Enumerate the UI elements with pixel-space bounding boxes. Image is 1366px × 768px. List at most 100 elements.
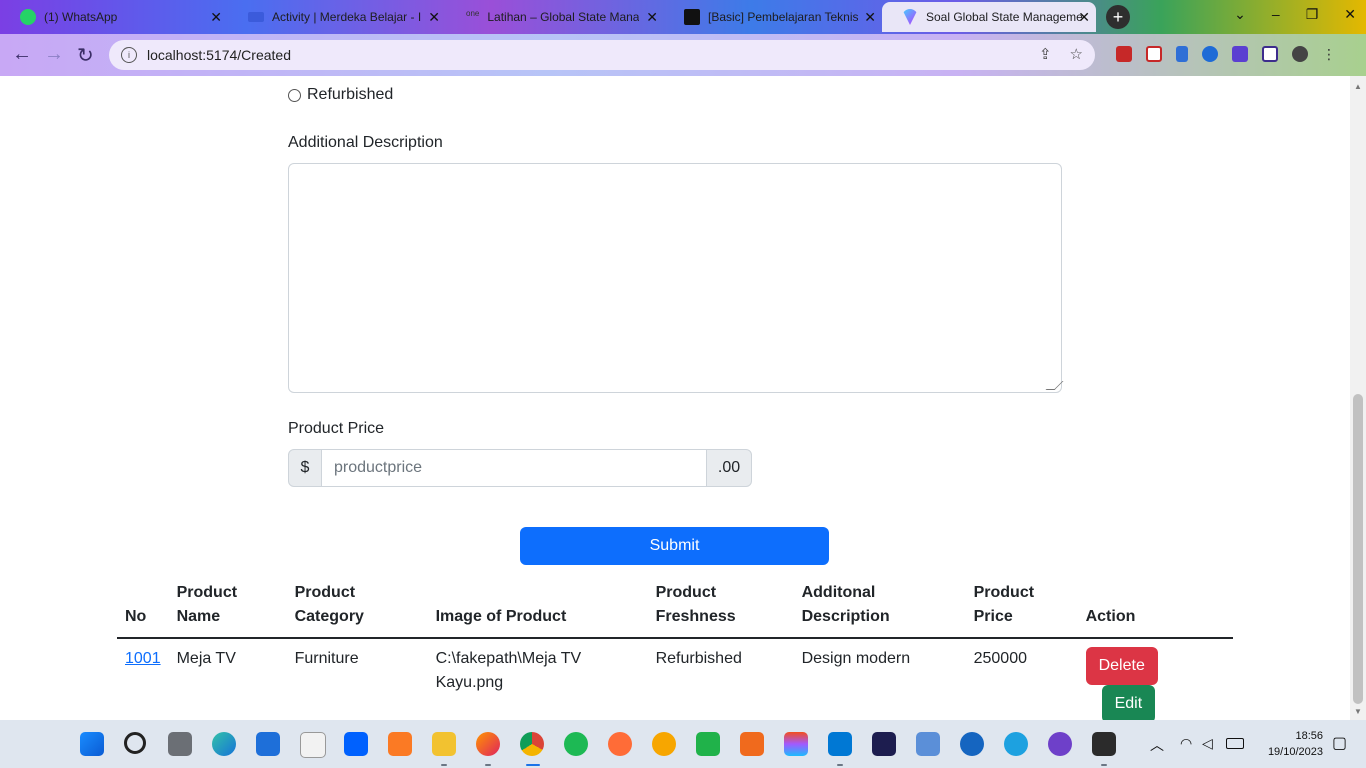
cube-app-icon[interactable] bbox=[916, 732, 940, 756]
task-view-icon[interactable] bbox=[168, 732, 192, 756]
new-tab-button[interactable]: + bbox=[1106, 5, 1130, 29]
scroll-up-icon[interactable]: ▲ bbox=[1354, 82, 1362, 91]
postman-icon[interactable] bbox=[608, 732, 632, 756]
tab-label: (1) WhatsApp bbox=[44, 10, 118, 24]
file-explorer-icon[interactable] bbox=[432, 732, 456, 756]
tab-soal-global-state[interactable]: Soal Global State Manageme ✕ bbox=[882, 2, 1096, 32]
tab-merdeka[interactable]: Activity | Merdeka Belajar - I ✕ bbox=[228, 2, 446, 32]
product-price-input[interactable]: productprice bbox=[322, 449, 706, 487]
product-id-link[interactable]: 1001 bbox=[125, 650, 161, 667]
cell-product-name: Meja TV bbox=[168, 638, 287, 720]
orange-app-icon[interactable] bbox=[740, 732, 764, 756]
clock-time: 18:56 bbox=[1295, 730, 1323, 742]
scroll-down-icon[interactable]: ▼ bbox=[1354, 707, 1362, 716]
firefox-icon[interactable] bbox=[476, 732, 500, 756]
green-app-icon[interactable] bbox=[696, 732, 720, 756]
delete-button[interactable]: Delete bbox=[1085, 647, 1158, 685]
table-header-row: No Product Name Product Category Image of … bbox=[117, 581, 1233, 639]
close-window-icon[interactable]: ✕ bbox=[1344, 6, 1356, 23]
pdf-reader-icon[interactable] bbox=[652, 732, 676, 756]
close-icon[interactable]: ✕ bbox=[1078, 9, 1090, 26]
volume-icon[interactable]: ◁ bbox=[1202, 735, 1213, 752]
tab-pembelajaran[interactable]: [Basic] Pembelajaran Teknis ✕ bbox=[664, 2, 882, 32]
terminal-icon[interactable] bbox=[1092, 732, 1116, 756]
forward-icon[interactable]: → bbox=[44, 43, 64, 66]
header-image-of-product: Image of Product bbox=[427, 581, 648, 639]
chevron-down-icon[interactable]: ⌄ bbox=[1234, 6, 1246, 23]
menu-dots-icon[interactable]: ⋮ bbox=[1322, 46, 1336, 62]
product-price-input-group: $ productprice .00 bbox=[288, 449, 752, 487]
chevron-up-icon[interactable]: ︿ bbox=[1150, 735, 1164, 755]
avatar[interactable] bbox=[1292, 46, 1308, 62]
sidepanel-icon[interactable] bbox=[1262, 46, 1278, 62]
search-icon[interactable] bbox=[124, 732, 146, 754]
edge-icon[interactable] bbox=[212, 732, 236, 756]
restore-icon[interactable]: ❐ bbox=[1306, 6, 1319, 23]
clipboard-extension-icon[interactable] bbox=[1176, 46, 1188, 62]
shield-extension-icon[interactable] bbox=[1116, 46, 1132, 62]
header-action: Action bbox=[1077, 581, 1233, 639]
site-info-icon[interactable]: i bbox=[121, 47, 137, 63]
minimize-icon[interactable]: – bbox=[1272, 6, 1280, 23]
github-desktop-icon[interactable] bbox=[1048, 732, 1072, 756]
share-icon[interactable]: ⇪ bbox=[1039, 45, 1052, 63]
vite-icon bbox=[902, 9, 918, 25]
edge-dev-icon[interactable] bbox=[1004, 732, 1028, 756]
close-icon[interactable]: ✕ bbox=[210, 9, 222, 26]
one-icon: one bbox=[466, 9, 480, 18]
edit-button[interactable]: Edit bbox=[1101, 685, 1156, 720]
browser-toolbar: ← → ↻ i localhost:5174/Created ⇪ ☆ ⋮ bbox=[0, 34, 1366, 76]
tab-latihan[interactable]: one Latihan – Global State Mana ✕ bbox=[446, 2, 664, 32]
page-scrollbar[interactable]: ▲ ▼ bbox=[1350, 76, 1366, 720]
kampus-merdeka-icon bbox=[248, 12, 264, 22]
url-text: localhost:5174/Created bbox=[147, 47, 291, 63]
wifi-icon[interactable]: ◠ bbox=[1180, 735, 1192, 752]
clock-date: 19/10/2023 bbox=[1267, 746, 1323, 758]
system-clock[interactable]: 18:56 19/10/2023 bbox=[1268, 728, 1323, 760]
battery-icon[interactable] bbox=[1226, 738, 1244, 749]
tab-label: Soal Global State Manageme bbox=[926, 10, 1083, 24]
additional-description-label: Additional Description bbox=[288, 134, 443, 151]
amazon-icon[interactable] bbox=[300, 732, 326, 758]
cell-product-category: Furniture bbox=[286, 638, 428, 720]
reload-icon[interactable]: ↻ bbox=[77, 43, 94, 68]
tab-whatsapp[interactable]: (1) WhatsApp ✕ bbox=[0, 2, 228, 32]
scrollbar-thumb[interactable] bbox=[1353, 394, 1363, 704]
resize-handle-icon[interactable] bbox=[1045, 381, 1064, 390]
pocket-extension-icon[interactable] bbox=[1146, 46, 1162, 62]
xampp-icon[interactable] bbox=[388, 732, 412, 756]
radio-refurbished[interactable]: Refurbished bbox=[288, 86, 393, 104]
tab-label: [Basic] Pembelajaran Teknis bbox=[708, 10, 859, 24]
back-icon[interactable]: ← bbox=[12, 43, 32, 66]
cell-image-of-product: C:\fakepath\Meja TV Kayu.png bbox=[427, 638, 648, 720]
puzzle-extension-icon[interactable] bbox=[1232, 46, 1248, 62]
table-row: 1001 Meja TV Furniture C:\fakepath\Meja … bbox=[117, 638, 1233, 720]
feather-extension-icon[interactable] bbox=[1202, 46, 1218, 62]
submit-button[interactable]: Submit bbox=[520, 527, 829, 565]
close-icon[interactable]: ✕ bbox=[864, 9, 876, 26]
vscode-icon[interactable] bbox=[828, 732, 852, 756]
windows-start-icon[interactable] bbox=[80, 732, 104, 756]
spotify-icon[interactable] bbox=[564, 732, 588, 756]
product-table: No Product Name Product Category Image of … bbox=[117, 581, 1233, 720]
chrome-icon[interactable] bbox=[520, 732, 544, 756]
whatsapp-icon bbox=[20, 9, 36, 25]
mail-icon[interactable] bbox=[256, 732, 280, 756]
notion-icon bbox=[684, 9, 700, 25]
dropbox-icon[interactable] bbox=[344, 732, 368, 756]
word-app-icon[interactable] bbox=[960, 732, 984, 756]
close-icon[interactable]: ✕ bbox=[646, 9, 658, 26]
radio-button[interactable] bbox=[288, 88, 301, 102]
header-no: No bbox=[117, 581, 169, 639]
figma-icon[interactable] bbox=[784, 732, 808, 756]
notification-icon[interactable]: ▢ bbox=[1332, 733, 1347, 753]
bookmark-star-icon[interactable]: ☆ bbox=[1070, 45, 1083, 63]
virtualbox-icon[interactable] bbox=[872, 732, 896, 756]
browser-tab-strip: (1) WhatsApp ✕ Activity | Merdeka Belaja… bbox=[0, 0, 1366, 34]
additional-description-textarea[interactable] bbox=[288, 163, 1064, 393]
close-icon[interactable]: ✕ bbox=[428, 9, 440, 26]
cell-product-freshness: Refurbished bbox=[647, 638, 794, 720]
header-product-category: Product Category bbox=[286, 581, 428, 639]
address-bar[interactable]: i localhost:5174/Created ⇪ ☆ bbox=[109, 40, 1095, 70]
cell-no: 1001 bbox=[117, 638, 169, 720]
